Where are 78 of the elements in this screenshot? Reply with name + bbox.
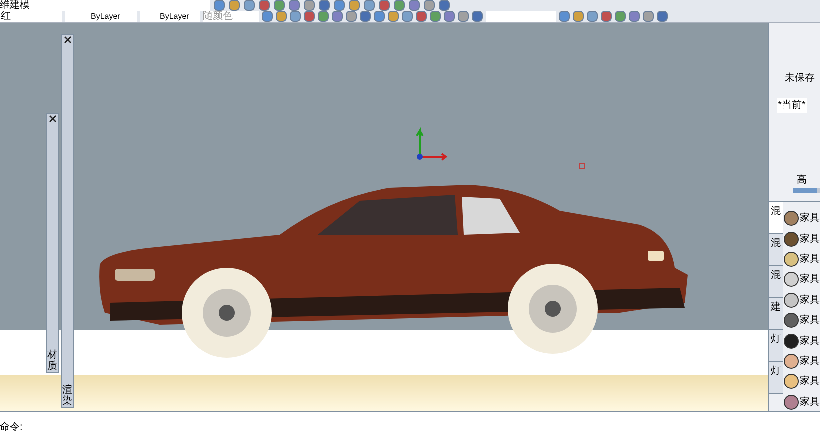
material-swatch[interactable] bbox=[784, 313, 799, 328]
material-label[interactable]: 家具 bbox=[800, 272, 820, 288]
material-swatch[interactable] bbox=[784, 252, 799, 268]
toolbar-icon[interactable] bbox=[587, 11, 598, 22]
toolbar-icon[interactable] bbox=[439, 0, 450, 11]
material-swatch[interactable] bbox=[784, 394, 799, 410]
quality-label: 高 bbox=[797, 174, 808, 188]
toolbar-icon[interactable] bbox=[276, 11, 287, 22]
material-swatch[interactable] bbox=[784, 334, 799, 349]
material-swatch[interactable] bbox=[784, 272, 799, 288]
toolbar-icon[interactable] bbox=[416, 11, 427, 22]
toolbar-icon[interactable] bbox=[289, 0, 300, 11]
toolbar-icon[interactable] bbox=[332, 11, 343, 22]
toolbar-icon[interactable] bbox=[214, 0, 225, 11]
toolbar-icon[interactable] bbox=[444, 11, 455, 22]
close-icon[interactable] bbox=[48, 115, 56, 123]
toolbar-icon[interactable] bbox=[229, 0, 240, 11]
toolbar-icon[interactable] bbox=[601, 11, 612, 22]
close-icon[interactable] bbox=[64, 36, 72, 44]
toolbar-icon[interactable] bbox=[318, 11, 329, 22]
toolbar-icon[interactable] bbox=[559, 11, 570, 22]
toolbar-icon[interactable] bbox=[402, 11, 413, 22]
material-label[interactable]: 家具 bbox=[800, 334, 820, 349]
toolbar-icon[interactable] bbox=[458, 11, 469, 22]
toolbar-icon[interactable] bbox=[657, 11, 668, 22]
material-label[interactable]: 家具 bbox=[800, 232, 820, 247]
toolbar-icon[interactable] bbox=[259, 0, 270, 11]
palette-tab[interactable]: 灯 bbox=[769, 362, 783, 394]
material-swatch[interactable] bbox=[784, 292, 799, 308]
toolbar-icon[interactable] bbox=[274, 0, 285, 11]
toolbar-icon[interactable] bbox=[262, 11, 273, 22]
toolbar-icon[interactable] bbox=[409, 0, 420, 11]
toolbar-icon[interactable] bbox=[424, 0, 435, 11]
material-label[interactable]: 家具 bbox=[800, 211, 820, 226]
palette-tab[interactable]: 混 bbox=[769, 234, 783, 266]
palette-tab[interactable]: 混 bbox=[769, 202, 783, 234]
linetype-dropdown[interactable]: ByLayer bbox=[65, 11, 137, 22]
toolbar-icon[interactable] bbox=[394, 0, 405, 11]
toolbar-icon[interactable] bbox=[319, 0, 330, 11]
command-prompt: 命令: bbox=[0, 421, 23, 435]
material-swatch[interactable] bbox=[784, 211, 799, 226]
color-dropdown[interactable]: 红 bbox=[0, 11, 62, 22]
marker-icon bbox=[579, 163, 585, 169]
material-label[interactable]: 家具 bbox=[800, 292, 820, 308]
palette-tab[interactable]: 灯 bbox=[769, 330, 783, 362]
toolbar-icon[interactable] bbox=[334, 0, 345, 11]
material-label[interactable]: 家具 bbox=[800, 394, 820, 410]
toolbar-icon[interactable] bbox=[304, 0, 315, 11]
toolbar-icon[interactable] bbox=[472, 11, 483, 22]
toolbar-icon[interactable] bbox=[629, 11, 640, 22]
file-label: 未保存 bbox=[784, 72, 816, 86]
toolbar-icon[interactable] bbox=[430, 11, 441, 22]
material-label[interactable]: 家具 bbox=[800, 313, 820, 328]
preset-dropdown[interactable]: *当前* bbox=[777, 98, 807, 113]
material-label[interactable]: 家具 bbox=[800, 354, 820, 370]
toolbar-icon[interactable] bbox=[379, 0, 390, 11]
palette-tab[interactable]: 混 bbox=[769, 266, 783, 298]
palette-label: 材质 bbox=[48, 350, 58, 372]
toolbar-icon[interactable] bbox=[573, 11, 584, 22]
material-label[interactable]: 家具 bbox=[800, 374, 820, 390]
toolbar-icon[interactable] bbox=[615, 11, 626, 22]
material-swatch[interactable] bbox=[784, 232, 799, 247]
material-swatch[interactable] bbox=[784, 374, 799, 390]
toolbar-icon[interactable] bbox=[643, 11, 654, 22]
palette-label: 渲染 bbox=[62, 385, 72, 407]
material-swatch[interactable] bbox=[784, 354, 799, 370]
toolbar-icon[interactable] bbox=[244, 0, 255, 11]
toolbar-icon[interactable] bbox=[346, 11, 357, 22]
toolbar-icon[interactable] bbox=[360, 11, 371, 22]
toolbar-icon[interactable] bbox=[304, 11, 315, 22]
lineweight-dropdown[interactable]: ByLayer bbox=[140, 11, 200, 22]
toolbar-icon[interactable] bbox=[364, 0, 375, 11]
toolbar-icon[interactable] bbox=[349, 0, 360, 11]
toolbar-icon[interactable] bbox=[374, 11, 385, 22]
material-label[interactable]: 家具 bbox=[800, 252, 820, 268]
palette-tab[interactable]: 建 bbox=[769, 298, 783, 330]
toolbar-icon[interactable] bbox=[388, 11, 399, 22]
toolbar-icon[interactable] bbox=[290, 11, 301, 22]
